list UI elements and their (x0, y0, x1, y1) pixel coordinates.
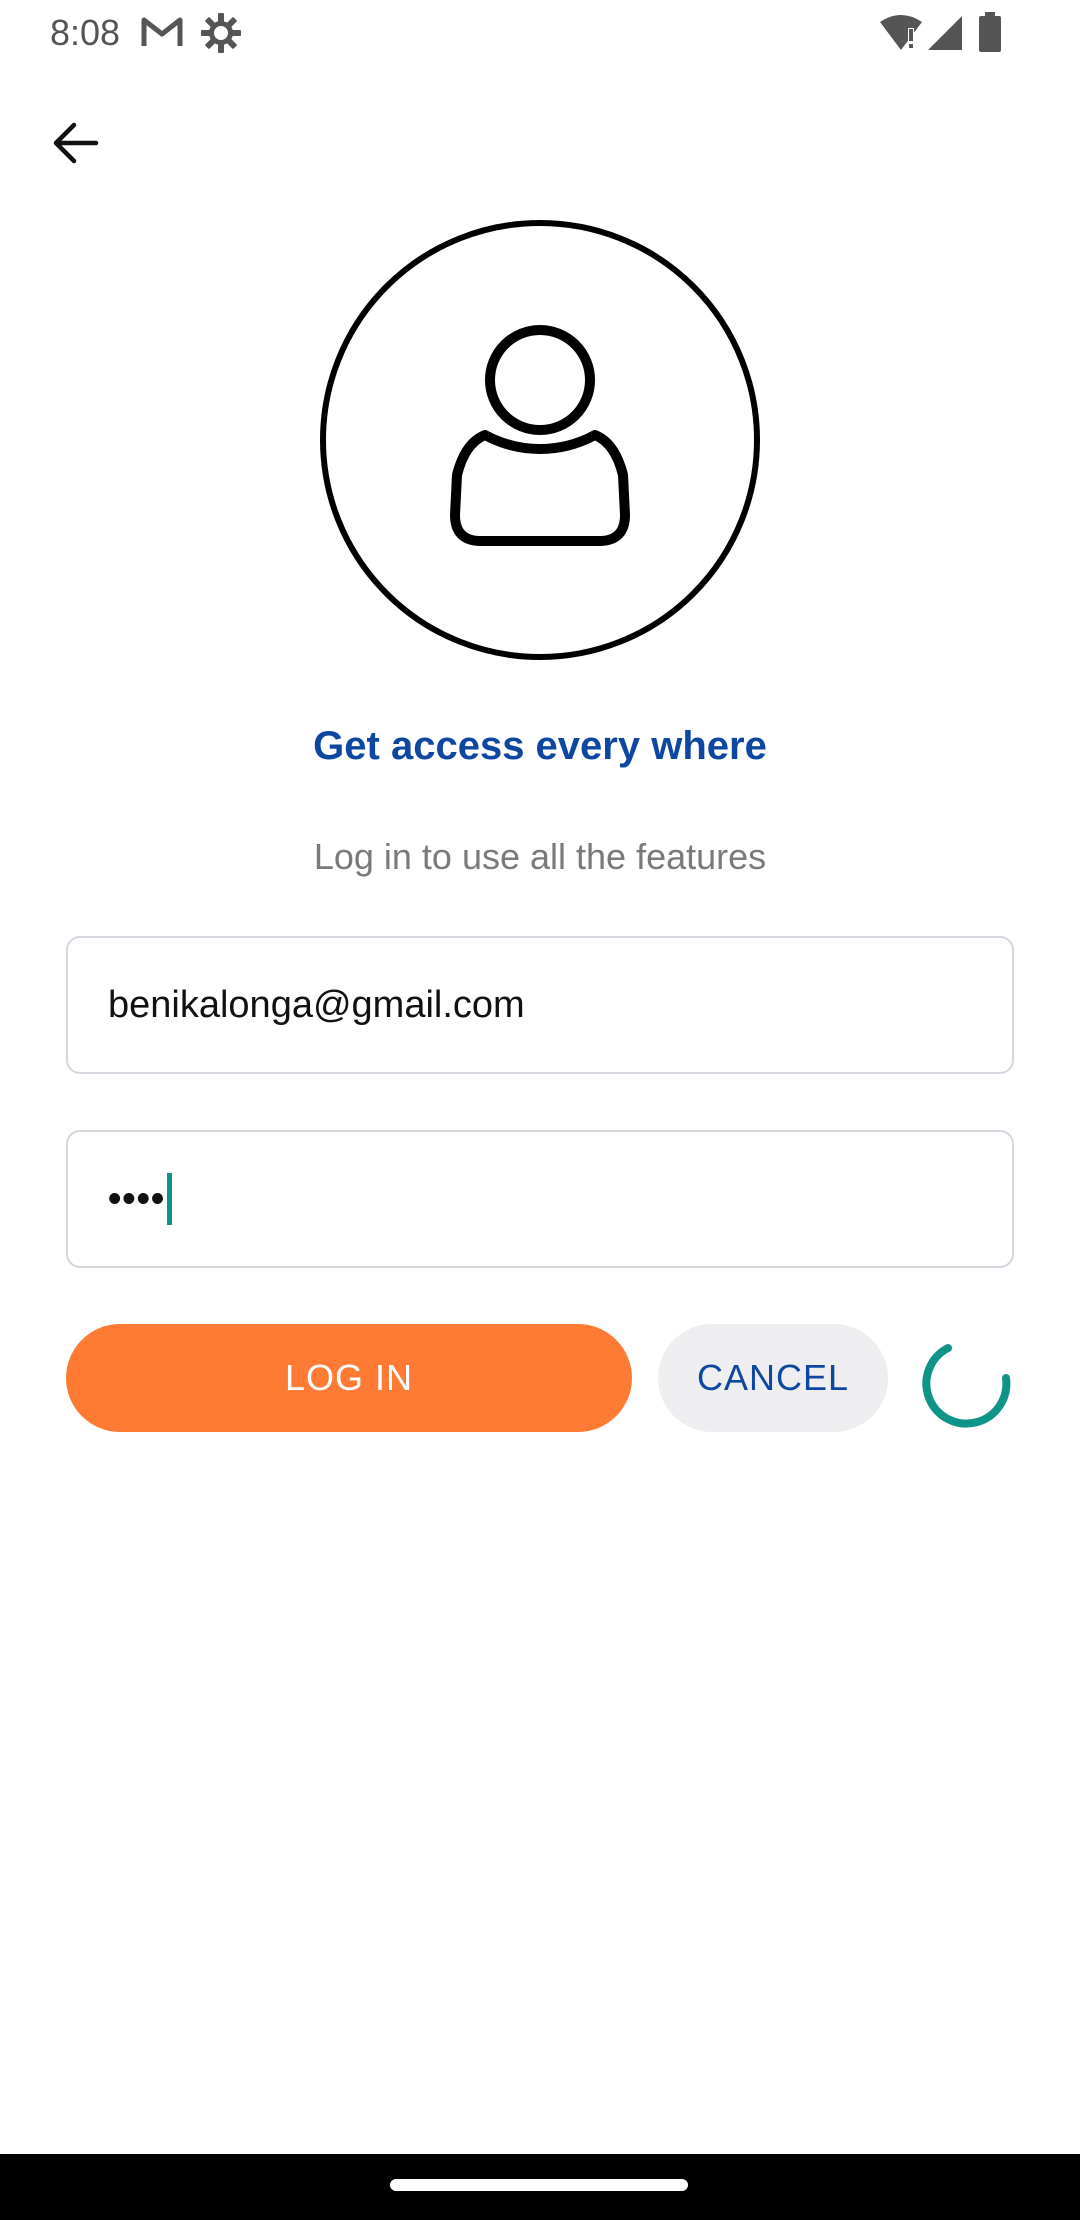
login-screen: 8:08 Get access every where Log in to us… (0, 0, 1080, 2220)
loading-spinner-icon (922, 1344, 1011, 1428)
arrow-back-icon (53, 122, 99, 164)
back-button[interactable] (36, 106, 116, 180)
email-field[interactable]: benikalonga@gmail.com (66, 936, 1014, 1074)
status-time: 8:08 (50, 12, 121, 53)
login-button[interactable]: LOG IN (66, 1324, 632, 1432)
home-gesture-pill[interactable] (390, 2179, 688, 2191)
status-bar: 8:08 (0, 0, 1080, 66)
wifi-alert-icon (880, 15, 922, 50)
password-field[interactable]: •••• (66, 1130, 1014, 1268)
password-value: •••• (108, 1177, 166, 1220)
gmail-icon (141, 17, 183, 46)
cell-signal-icon (928, 16, 962, 50)
cancel-button[interactable]: CANCEL (658, 1324, 888, 1432)
settings-gear-icon (201, 13, 241, 53)
headline: Get access every where (313, 724, 767, 768)
battery-icon (979, 12, 1001, 52)
text-cursor (167, 1173, 173, 1225)
avatar (320, 220, 760, 660)
user-icon (450, 325, 630, 546)
email-value: benikalonga@gmail.com (108, 983, 525, 1026)
subheadline: Log in to use all the features (313, 836, 767, 877)
